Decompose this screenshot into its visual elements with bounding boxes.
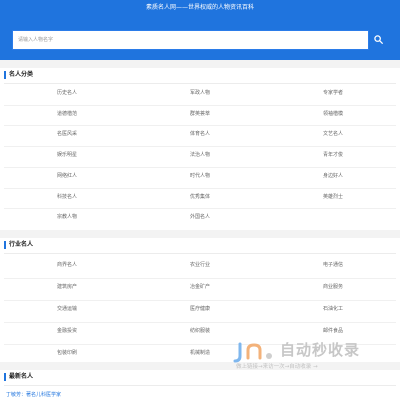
latest-person-link[interactable]: 丁敏芳：著名儿科医学家	[6, 391, 61, 399]
industry-section-title: 行业名人	[9, 241, 34, 248]
search-icon	[374, 35, 383, 44]
row-divider	[4, 300, 396, 301]
industry-section-header: 行业名人	[0, 236, 400, 254]
industry-category-link[interactable]: 石油化工	[268, 301, 398, 317]
section-rule	[4, 253, 396, 254]
watermark-title: 自动秒收录	[280, 341, 361, 359]
row-divider	[4, 166, 396, 168]
famous-category-link[interactable]: 英雄烈士	[268, 189, 398, 205]
famous-category-link[interactable]: 时代人物	[135, 168, 265, 184]
section-rule	[4, 385, 396, 386]
row-divider	[4, 322, 396, 323]
industry-category-link[interactable]: 医疗健康	[135, 301, 265, 317]
watermark-subtitle: 做上链接→来访一次→自动收录 →	[236, 364, 318, 370]
row-divider	[4, 278, 396, 279]
famous-category-link[interactable]: 青年才俊	[268, 147, 398, 163]
famous-category-link[interactable]: 军政人物	[135, 85, 265, 101]
row-divider	[4, 187, 396, 189]
section-marker	[4, 241, 6, 249]
industry-category-link[interactable]: 邮件食品	[268, 323, 398, 339]
famous-section-title: 名人分类	[9, 71, 34, 78]
site-title: 素质名人网——世界权威的人物资讯百科	[145, 4, 254, 11]
famous-category-link[interactable]: 网络红人	[2, 168, 132, 184]
famous-category-link[interactable]: 道德楷范	[2, 106, 132, 122]
famous-category-link[interactable]: 体育名人	[135, 126, 265, 142]
famous-category-link[interactable]: 优秀集体	[135, 189, 265, 205]
search-box	[12, 30, 369, 50]
row-divider	[4, 104, 396, 106]
row-divider	[4, 125, 396, 127]
industry-category-link[interactable]: 冶金矿产	[135, 279, 265, 295]
section-rule	[4, 83, 396, 84]
industry-category-link[interactable]: 纺织服装	[135, 323, 265, 339]
search-button[interactable]	[369, 30, 388, 50]
famous-category-link[interactable]: 身边好人	[268, 168, 398, 184]
industry-category-link[interactable]: 商界名人	[2, 257, 132, 273]
industry-category-link[interactable]: 交通运输	[2, 301, 132, 317]
section-marker	[4, 71, 6, 79]
famous-category-link[interactable]: 群英荟萃	[135, 106, 265, 122]
famous-category-link[interactable]: 科技名人	[2, 189, 132, 205]
famous-category-link[interactable]: 宗教人物	[2, 209, 132, 225]
famous-category-link[interactable]: 文艺名人	[268, 126, 398, 142]
famous-category-link[interactable]: 历史名人	[2, 85, 132, 101]
industry-category-link[interactable]: 金融投资	[2, 323, 132, 339]
search-input[interactable]	[18, 31, 358, 49]
famous-category-link[interactable]: 领袖楷模	[268, 106, 398, 122]
industry-category-link[interactable]: 电子通信	[268, 257, 398, 273]
famous-category-link[interactable]: 法治人物	[135, 147, 265, 163]
row-divider	[4, 208, 396, 210]
row-divider	[4, 146, 396, 148]
latest-section-title: 最新名人	[9, 373, 34, 380]
famous-category-link[interactable]: 外国名人	[135, 209, 265, 225]
industry-category-link[interactable]: 包装印刷	[2, 345, 132, 361]
famous-section-header: 名人分类	[0, 66, 400, 84]
famous-category-link[interactable]: 专家学者	[268, 85, 398, 101]
industry-category-link[interactable]: 建筑房产	[2, 279, 132, 295]
famous-category-link[interactable]: 名医风采	[2, 126, 132, 142]
industry-category-link[interactable]: 农业行业	[135, 257, 265, 273]
industry-category-link[interactable]: 商业服务	[268, 279, 398, 295]
famous-category-link[interactable]: 娱乐明星	[2, 147, 132, 163]
watermark-logo-icon	[233, 342, 272, 363]
watermark: 自动秒收录 做上链接→来访一次→自动收录 →	[232, 338, 392, 376]
section-marker	[4, 373, 6, 381]
